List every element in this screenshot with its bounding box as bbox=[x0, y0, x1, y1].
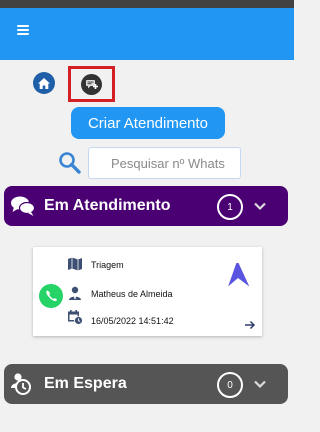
ticket-card[interactable]: Triagem Matheus de Almeida 16/05/2022 14… bbox=[33, 247, 262, 336]
chevron-down-icon[interactable] bbox=[252, 376, 268, 392]
ticket-queue: Triagem bbox=[91, 260, 124, 270]
section-title: Em Atendimento bbox=[44, 197, 171, 214]
search-input[interactable] bbox=[88, 147, 241, 179]
section-attending[interactable]: Em Atendimento 1 bbox=[4, 186, 288, 226]
chevron-down-icon[interactable] bbox=[252, 198, 268, 214]
navigate-arrow-icon bbox=[228, 263, 250, 287]
clock-user-icon bbox=[11, 373, 31, 395]
ticket-agent: Matheus de Almeida bbox=[91, 289, 173, 299]
ticket-datetime: 16/05/2022 14:51:42 bbox=[91, 316, 174, 326]
app-header bbox=[0, 8, 294, 60]
calendar-clock-icon bbox=[68, 310, 83, 325]
agent-icon bbox=[69, 286, 81, 300]
whatsapp-icon bbox=[39, 284, 63, 308]
search-icon[interactable] bbox=[58, 151, 82, 175]
section-title: Em Espera bbox=[44, 375, 127, 392]
new-chat-icon bbox=[81, 73, 102, 95]
chat-bubbles-icon bbox=[11, 196, 36, 216]
count-badge: 0 bbox=[217, 372, 243, 398]
top-strip bbox=[0, 0, 294, 8]
map-icon bbox=[68, 257, 82, 271]
arrow-right-icon[interactable] bbox=[244, 320, 256, 330]
count-badge: 1 bbox=[217, 194, 243, 220]
section-waiting[interactable]: Em Espera 0 bbox=[4, 364, 288, 404]
new-chat-button[interactable] bbox=[68, 66, 115, 102]
create-ticket-button[interactable]: Criar Atendimento bbox=[71, 107, 225, 139]
home-icon[interactable] bbox=[33, 72, 55, 94]
hamburger-icon[interactable] bbox=[17, 25, 29, 35]
